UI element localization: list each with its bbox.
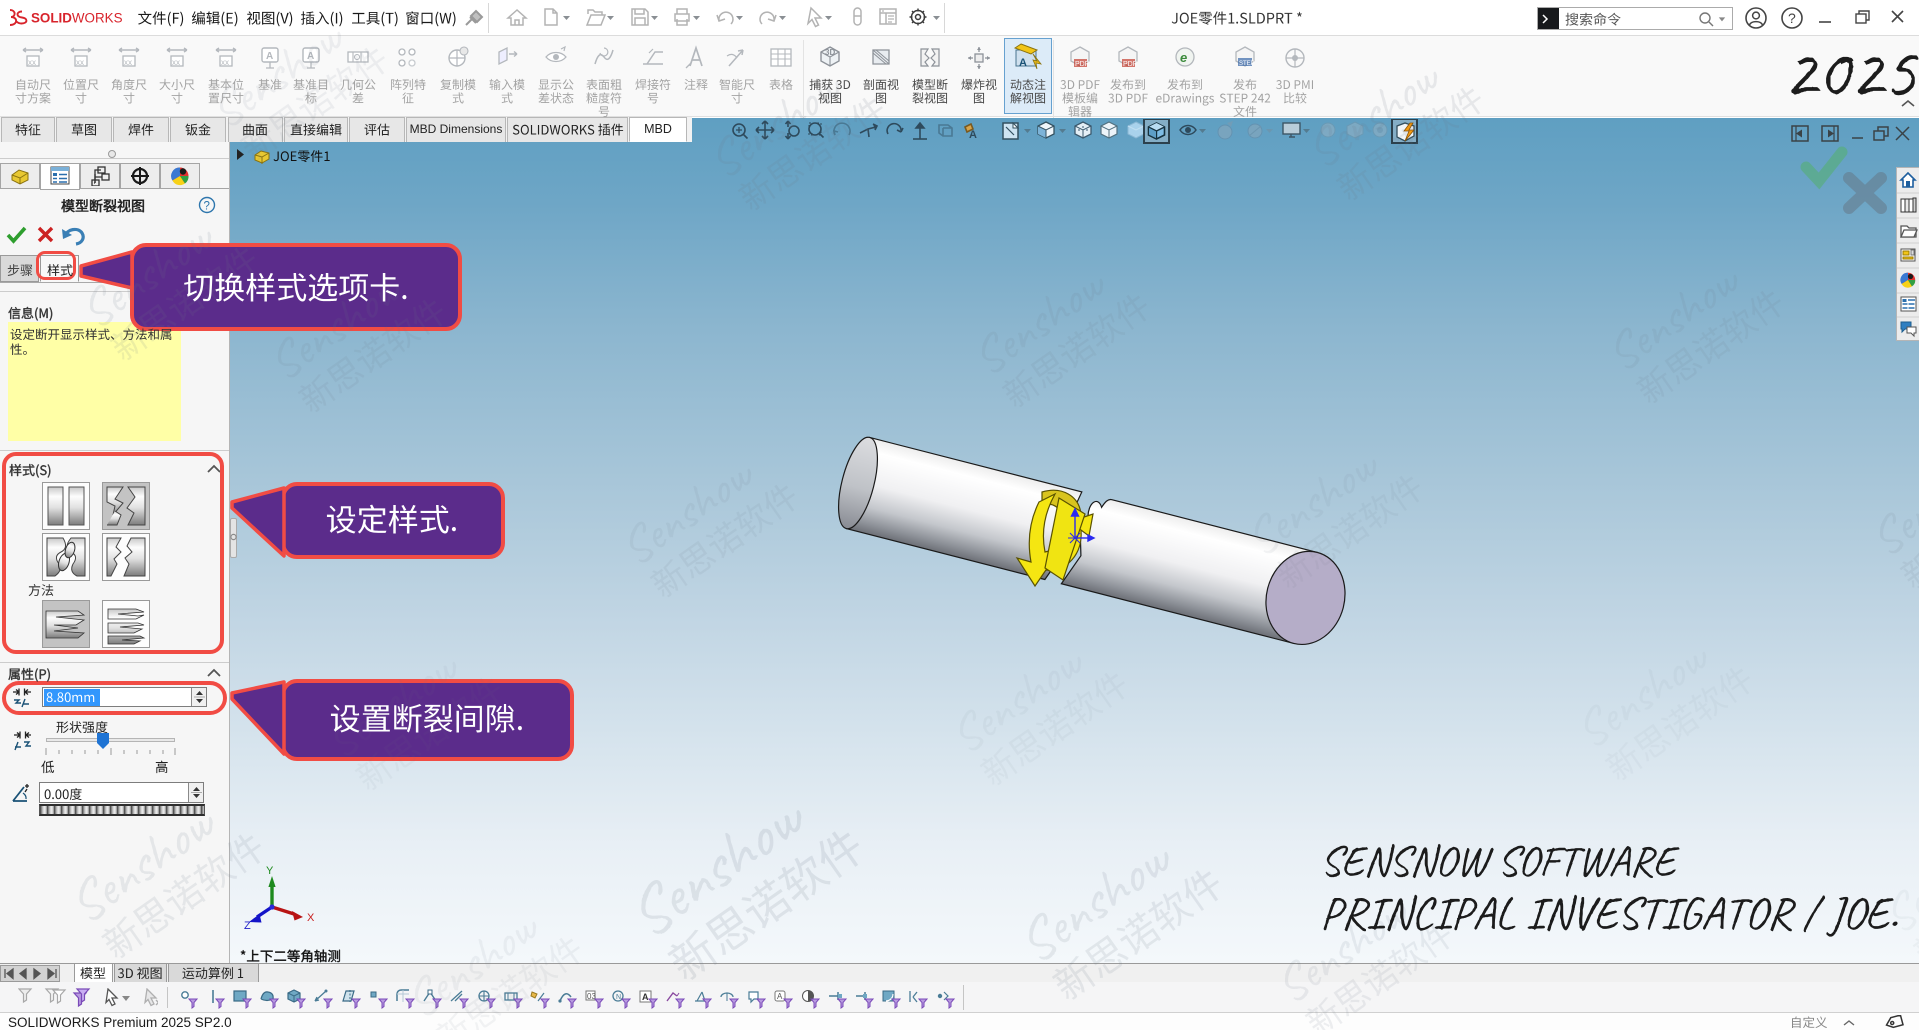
svg-text:A: A — [969, 129, 977, 141]
svg-text:Y: Y — [266, 865, 274, 877]
svg-text:xx: xx — [172, 58, 180, 67]
svg-text:X: X — [307, 912, 315, 924]
svg-text:?: ? — [1788, 10, 1796, 26]
svg-text:PDF: PDF — [1123, 61, 1137, 68]
svg-text:STEP: STEP — [1239, 61, 1255, 67]
svg-text:A: A — [266, 51, 273, 62]
svg-text:Z: Z — [244, 920, 251, 932]
svg-text:?: ? — [204, 201, 210, 213]
svg-text:e: e — [1180, 50, 1187, 65]
svg-text:3D: 3D — [825, 48, 835, 57]
svg-text:SOLIDWORKS: SOLIDWORKS — [31, 11, 123, 26]
svg-text:A: A — [1019, 57, 1027, 69]
svg-text:xx: xx — [76, 58, 84, 67]
svg-text:xx: xx — [124, 58, 132, 67]
svg-text:PDF: PDF — [1075, 61, 1089, 68]
svg-text:xx: xx — [28, 58, 36, 67]
svg-text:A: A — [307, 51, 314, 62]
svg-text:xx: xx — [221, 58, 229, 67]
